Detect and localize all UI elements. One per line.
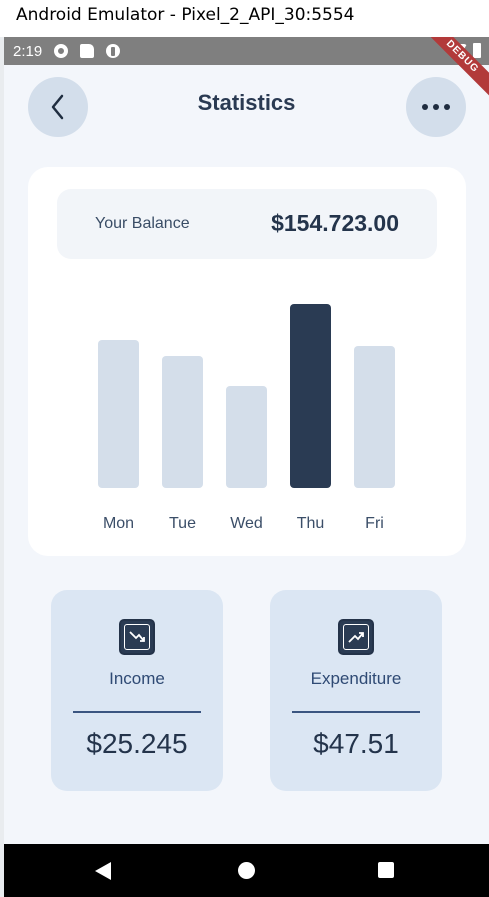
income-label: Income	[109, 669, 165, 688]
more-options-button[interactable]	[406, 77, 466, 137]
status-bar: 2:19 DEBUG	[4, 37, 489, 102]
expenditure-value: $47.51	[313, 728, 399, 759]
nav-home-button[interactable]	[238, 862, 255, 879]
device-screen: 2:19 DEBUG Statistics Your Balance $154.…	[4, 37, 489, 897]
income-tile[interactable]: Income $25.245	[51, 590, 223, 791]
weekly-bar-chart: Mon Tue Wed Thu Fri	[28, 167, 466, 556]
more-dots-icon	[422, 104, 450, 110]
day-label-thu: Thu	[296, 515, 325, 532]
bar-thu[interactable]	[290, 304, 331, 488]
expenditure-label: Expenditure	[310, 669, 402, 688]
system-nav-bar	[4, 844, 489, 897]
statistics-card: Your Balance $154.723.00 Mon Tue Wed Thu Fri	[28, 167, 466, 556]
divider	[292, 711, 420, 713]
trending-down-icon	[119, 619, 155, 655]
status-time: 2:19	[13, 42, 43, 60]
gear-icon	[54, 44, 69, 58]
expenditure-tile[interactable]: Expenditure $47.51	[270, 590, 442, 791]
income-value: $25.245	[86, 728, 188, 759]
circle-icon	[106, 44, 121, 58]
bar-wed[interactable]	[226, 386, 267, 488]
day-label-mon: Mon	[102, 515, 135, 532]
app-bar: Statistics	[4, 65, 489, 147]
emulator-window-title: Android Emulator - Pixel_2_API_30:5554	[0, 0, 489, 37]
day-label-fri: Fri	[365, 515, 384, 532]
divider	[73, 711, 201, 713]
day-label-wed: Wed	[230, 515, 263, 532]
battery-icon	[473, 43, 481, 58]
nav-back-button[interactable]	[95, 862, 111, 880]
trending-up-icon	[338, 619, 374, 655]
day-label-tue: Tue	[169, 515, 196, 532]
bar-mon[interactable]	[98, 340, 139, 488]
bar-fri[interactable]	[354, 346, 395, 488]
bar-tue[interactable]	[162, 356, 203, 488]
sdcard-icon	[80, 44, 95, 58]
nav-recents-button[interactable]	[378, 862, 394, 878]
